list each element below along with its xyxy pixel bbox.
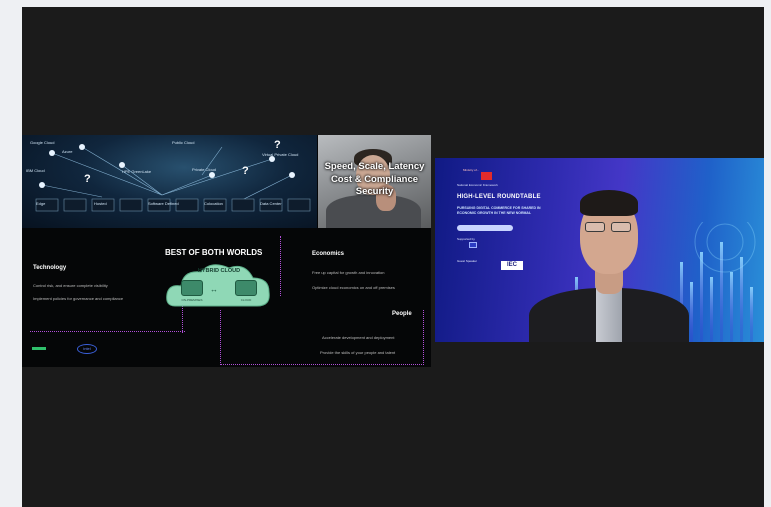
question-mark-icon: ? xyxy=(84,173,91,185)
supported-by-text: Supported by xyxy=(457,237,475,241)
technology-line: Control risk, and ensure complete visibi… xyxy=(33,283,108,288)
guest-speaker-text: Guest Speaker xyxy=(457,259,478,263)
network-diagram-image: Google Cloud Azure IBM Cloud HPE GreenLa… xyxy=(22,135,317,228)
question-mark-icon: ? xyxy=(242,165,249,177)
people-title: People xyxy=(392,311,412,317)
technology-title: Technology xyxy=(33,265,67,271)
net-label: Public Cloud xyxy=(172,140,195,145)
net-label: Hosted xyxy=(94,201,107,206)
bidirectional-arrow-icon: ↔ xyxy=(210,285,218,294)
photo-title: Speed, Scale, Latency Cost & Compliance … xyxy=(324,161,425,197)
speaker-hair xyxy=(580,190,638,216)
on-premises-caption: ON-PREMISES xyxy=(181,298,203,302)
slide-bottom-section: Technology Control risk, and ensure comp… xyxy=(22,228,431,367)
economics-line: Free up capital for growth and innovatio… xyxy=(312,270,385,275)
speaker-glasses xyxy=(583,222,635,232)
speaker-video-tile[interactable]: Ministry of... National Economic Framewo… xyxy=(435,158,764,342)
net-label: Edge xyxy=(36,201,46,206)
net-label: Private Cloud xyxy=(192,167,217,172)
stressed-person-photo: Speed, Scale, Latency Cost & Compliance … xyxy=(318,135,431,228)
ministry-text: Ministry of... xyxy=(463,168,480,172)
video-call-stage: Google Cloud Azure IBM Cloud HPE GreenLa… xyxy=(22,7,764,507)
event-date-pill xyxy=(457,225,513,231)
net-label: HPE GreenLake xyxy=(122,169,152,174)
cloud-server-icon xyxy=(235,280,257,296)
net-label: Data Center xyxy=(260,201,282,206)
intel-logo: intel xyxy=(77,344,97,354)
technology-line: Implement policies for governance and co… xyxy=(33,296,124,301)
speaker-person xyxy=(529,180,689,342)
net-label: Colocation xyxy=(204,201,223,206)
organizer-text: National Economic Framework xyxy=(457,183,498,187)
technology-dotted-outline xyxy=(30,228,185,332)
flag-icon xyxy=(481,172,492,180)
green-logo xyxy=(32,347,46,350)
shared-presentation-slide: Google Cloud Azure IBM Cloud HPE GreenLa… xyxy=(22,135,431,367)
hybrid-cloud-diagram: HYBRID CLOUD ↔ ON-PREMISES CLOUD xyxy=(165,260,273,310)
sponsor-logo xyxy=(469,242,477,248)
net-label: Software Defined xyxy=(148,201,179,206)
net-label: Virtual Private Cloud xyxy=(262,152,299,157)
people-line: Accelerate development and deployment xyxy=(322,335,395,340)
photo-shirt xyxy=(326,195,421,228)
people-line: Provide the skills of your people and ta… xyxy=(320,350,396,355)
net-label: IBM Cloud xyxy=(26,168,45,173)
economics-line: Optimize cloud economics on and off prem… xyxy=(312,285,395,290)
hybrid-cloud-label: HYBRID CLOUD xyxy=(197,268,241,274)
question-mark-icon: ? xyxy=(274,139,281,151)
net-label: Google Cloud xyxy=(30,140,55,145)
net-label: Azure xyxy=(62,149,73,154)
on-premises-icon xyxy=(181,280,203,296)
speaker-shirt xyxy=(596,288,622,342)
cloud-caption: CLOUD xyxy=(240,298,252,302)
iec-logo: IEC xyxy=(501,261,523,270)
best-of-both-worlds-title: BEST OF BOTH WORLDS xyxy=(165,248,263,257)
economics-title: Economics xyxy=(312,251,345,257)
